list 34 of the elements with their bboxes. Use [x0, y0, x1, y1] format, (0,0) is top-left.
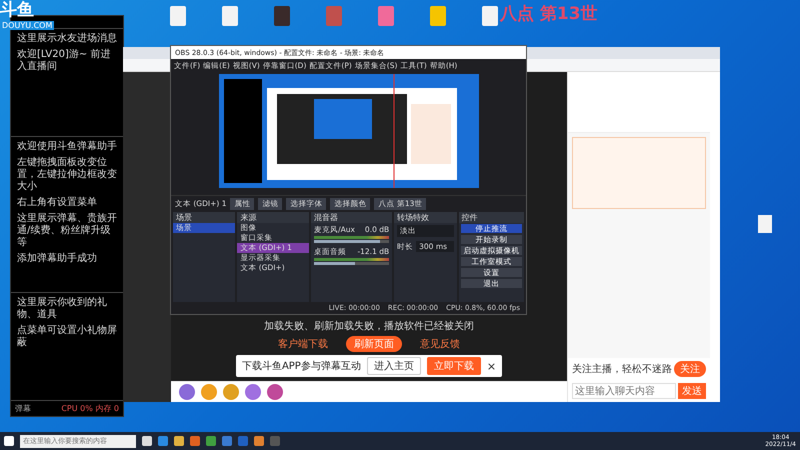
panel-message: 点菜单可设置小礼物屏蔽 [17, 325, 117, 350]
panel-message: 右上角有设置菜单 [17, 196, 98, 209]
follow-text: 关注主播，轻松不迷路 [572, 362, 672, 376]
gift-icon[interactable] [223, 384, 239, 400]
dock-title: 场景 [173, 212, 236, 223]
error-message: 加载失败、刷新加载失败，播放软件已经被关闭 [264, 320, 474, 333]
close-button[interactable]: × [486, 360, 496, 372]
panel-message: 欢迎[LV20]游~ 前进入直播间 [17, 49, 112, 73]
start-icon[interactable] [4, 436, 14, 446]
dock-title: 转场特效 [394, 212, 457, 223]
panel-message: 添加弹幕助手成功 [17, 252, 98, 265]
dock-title: 混音器 [311, 212, 392, 223]
logo-text: 斗鱼 [0, 0, 35, 21]
dock-title: 控件 [458, 212, 524, 223]
panel-message: 左键拖拽面板改变位置，左键拉伸边框改变大小 [17, 156, 117, 193]
logo-subtext: DOUYU.COM [0, 21, 54, 30]
overlay-title: 八点 第13世 [500, 3, 598, 25]
gift-icon[interactable] [245, 384, 261, 400]
dock-title: 来源 [237, 212, 310, 223]
chat-input[interactable]: 这里输入聊天内容 [572, 383, 676, 399]
panel-message: 欢迎使用斗鱼弹幕助手 [17, 140, 117, 153]
panel-message: 这里展示水友进场消息 [17, 33, 117, 45]
banner-text: 下载斗鱼APP参与弹幕互动 [242, 360, 361, 373]
panel-message: 这里展示你收到的礼物、道具 [17, 297, 108, 322]
player-button[interactable]: 客户端下载 [270, 336, 336, 352]
volume-slider[interactable] [314, 262, 390, 265]
gift-icon[interactable] [179, 384, 195, 400]
status-text: 弹幕 [15, 403, 31, 414]
banner-button[interactable]: 进入主页 [366, 357, 421, 375]
panel-message: 这里展示弹幕、贵族开通/续费、粉丝牌升级等 [17, 212, 117, 249]
status-text: CPU 0% 内存 0 [61, 403, 119, 414]
player-button[interactable]: 意见反馈 [412, 336, 468, 352]
gift-icon[interactable] [201, 384, 217, 400]
gift-icon[interactable] [267, 384, 283, 400]
